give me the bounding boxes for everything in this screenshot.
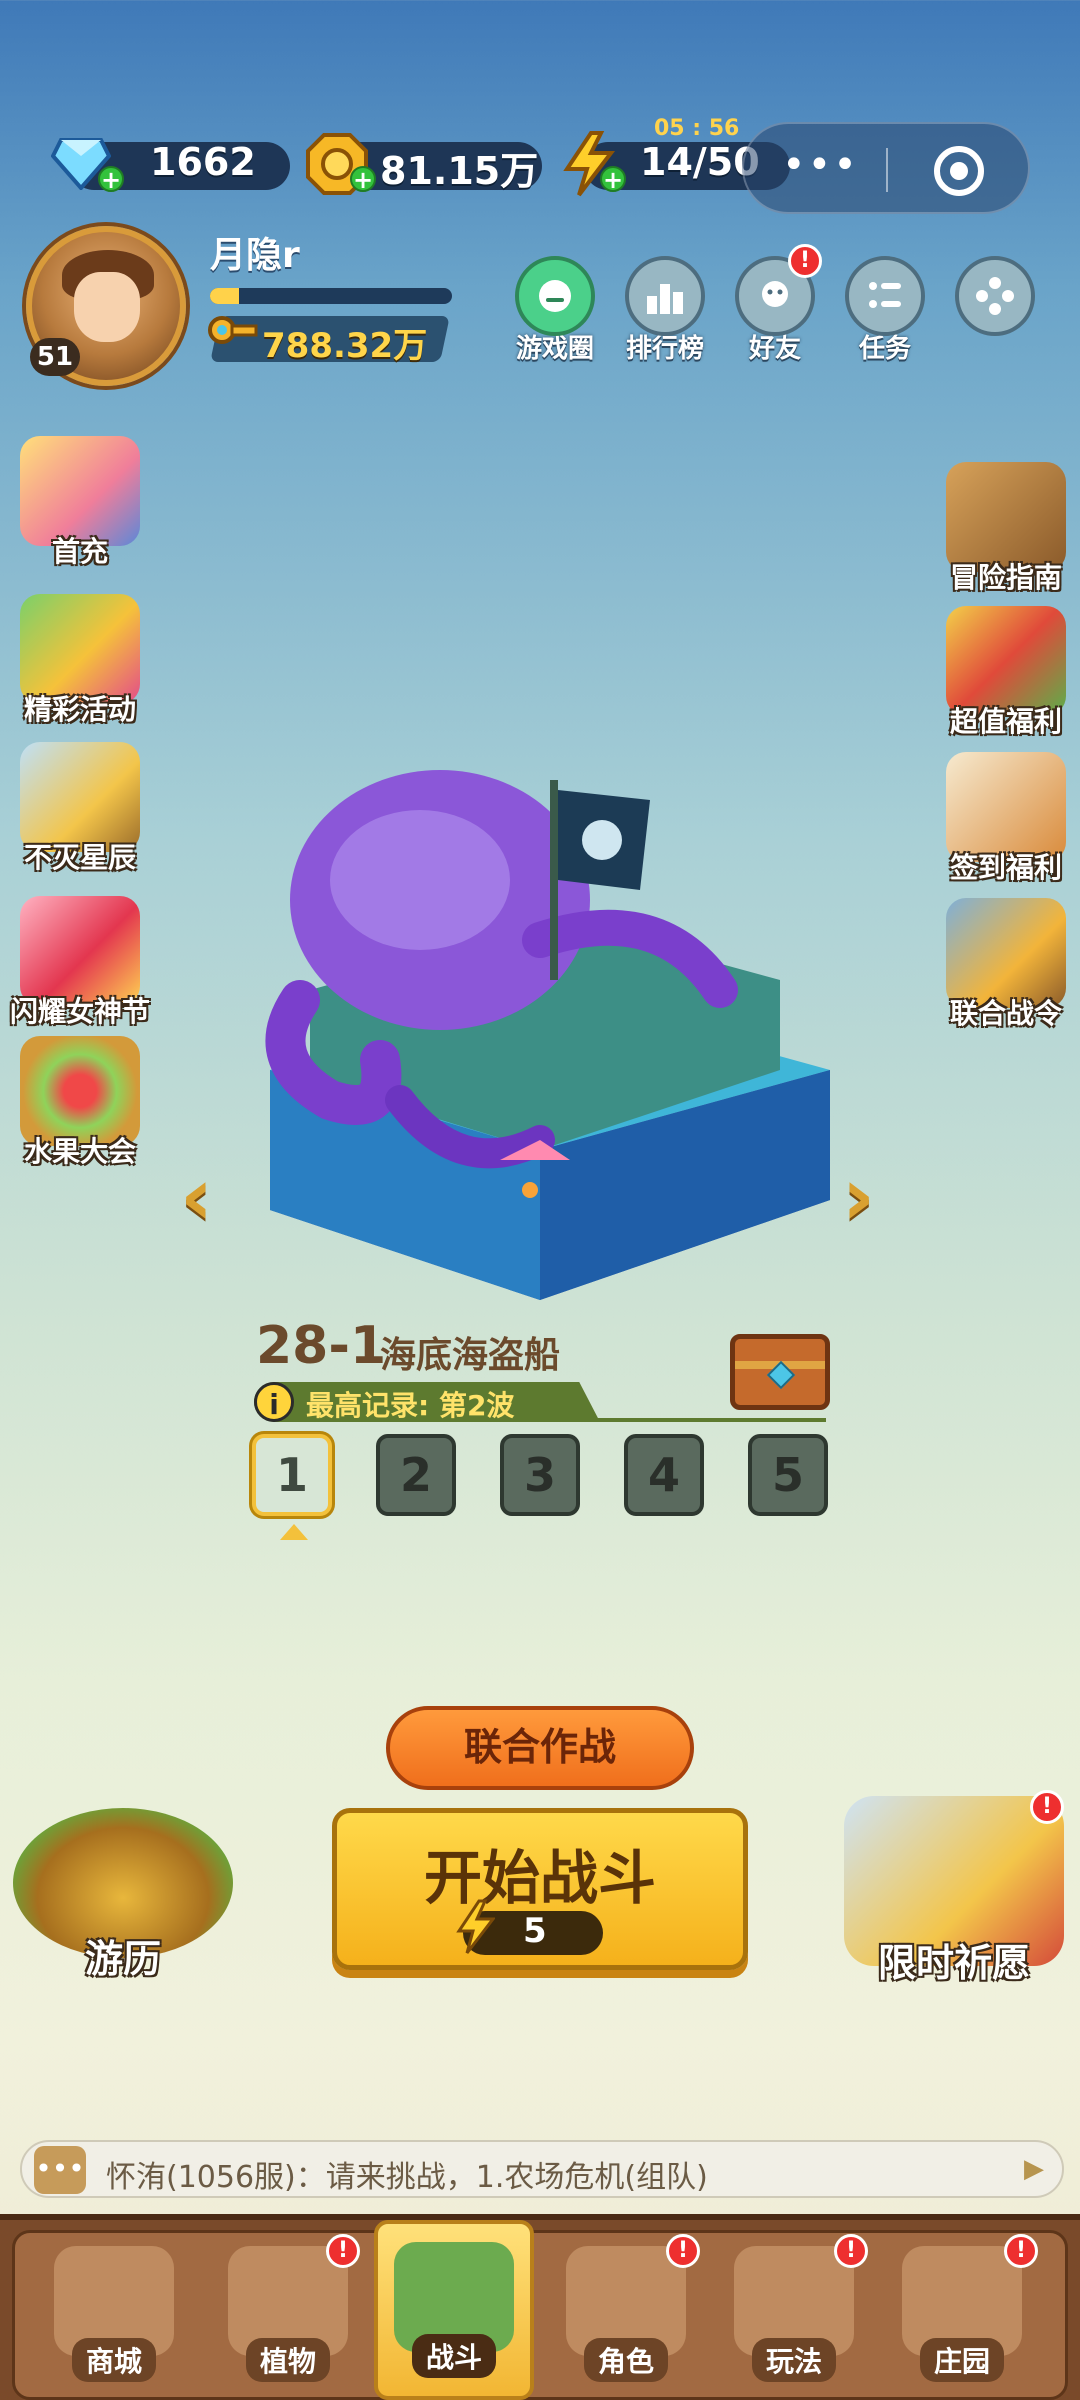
coop-battle-button[interactable]: 联合作战 <box>386 1706 694 1790</box>
xp-fill <box>210 288 240 304</box>
first-recharge-button[interactable]: 首充 <box>0 436 160 570</box>
travel-button[interactable]: 游历 <box>8 1808 238 1983</box>
gems-value: 1662 <box>150 140 256 184</box>
nav-manor-badge: ! <box>1004 2234 1038 2268</box>
lightning-icon <box>455 1899 497 1968</box>
checkin-welfare-label: 签到福利 <box>949 851 1062 884</box>
nav-manor[interactable]: ! 庄园 <box>882 2228 1042 2398</box>
adventure-guide-button[interactable]: 冒险指南 <box>926 462 1080 596</box>
world-chat-bar[interactable]: ••• 怀洧(1056服)：请来挑战，1.农场危机(组队) ▶ <box>20 2140 1064 2198</box>
nav-characters-label: 角色 <box>583 2338 668 2382</box>
events-button[interactable]: 精彩活动 <box>0 594 160 728</box>
friends-badge: ! <box>788 244 822 278</box>
leaderboard-button[interactable]: 排行榜 <box>624 256 706 365</box>
avatar-face <box>74 272 140 342</box>
value-welfare-button[interactable]: 超值福利 <box>926 606 1080 740</box>
chat-expand-icon[interactable]: ▶ <box>1024 2154 1044 2184</box>
chat-icon: ••• <box>34 2146 86 2194</box>
fruit-festival-label: 水果大会 <box>23 1135 136 1168</box>
nav-characters-badge: ! <box>666 2234 700 2268</box>
value-welfare-label: 超值福利 <box>949 705 1062 738</box>
nav-plants[interactable]: ! 植物 <box>208 2228 368 2398</box>
first-recharge-label: 首充 <box>51 535 108 568</box>
next-stage-button[interactable]: › <box>842 1150 875 1243</box>
goddess-festival-button[interactable]: 闪耀女神节 <box>0 896 160 1030</box>
player-name: 月隐r <box>210 235 300 276</box>
start-battle-cost: 5 <box>523 1911 547 1951</box>
start-battle-label: 开始战斗 <box>423 1844 656 1912</box>
capsule-divider <box>886 148 888 192</box>
key-icon <box>206 308 258 364</box>
record-underline <box>540 1418 826 1422</box>
nav-gameplay-badge: ! <box>834 2234 868 2268</box>
nav-gameplay[interactable]: ! 玩法 <box>714 2228 874 2398</box>
fruit-festival-button[interactable]: 水果大会 <box>0 1036 160 1170</box>
miniprogram-capsule: ••• <box>742 122 1030 214</box>
wave-button-3[interactable]: 3 <box>500 1434 580 1516</box>
wave-button-1[interactable]: 1 <box>252 1434 332 1516</box>
chest-gem <box>766 1360 796 1390</box>
nav-characters[interactable]: ! 角色 <box>546 2228 706 2398</box>
friends-button[interactable]: ! 好友 <box>734 244 822 365</box>
info-icon: i <box>254 1382 294 1422</box>
stage-number: 28-1 <box>256 1316 387 1376</box>
selected-wave-pointer <box>280 1524 308 1540</box>
nav-battle[interactable]: 战斗 <box>374 2220 534 2400</box>
prev-stage-button[interactable]: ‹ <box>180 1150 213 1243</box>
add-energy-button[interactable]: + <box>600 166 626 192</box>
events-label: 精彩活动 <box>23 693 136 726</box>
alliance-pass-button[interactable]: 联合战令 <box>926 898 1080 1032</box>
reward-chest-icon[interactable] <box>730 1334 830 1410</box>
game-circle-button[interactable]: 游戏圈 <box>514 256 596 365</box>
nav-manor-label: 庄园 <box>919 2338 1004 2382</box>
nav-shop[interactable]: 商城 <box>34 2228 194 2398</box>
chat-bubble-icon <box>515 256 595 336</box>
wave-button-2[interactable]: 2 <box>376 1434 456 1516</box>
nav-battle-label: 战斗 <box>411 2334 496 2378</box>
tasks-button[interactable]: 任务 <box>844 256 926 365</box>
nav-gameplay-label: 玩法 <box>751 2338 836 2382</box>
limited-wish-label: 限时祈愿 <box>877 1941 1030 1985</box>
immortal-stars-button[interactable]: 不灭星辰 <box>0 742 160 876</box>
checkin-welfare-button[interactable]: 签到福利 <box>926 752 1080 886</box>
limited-wish-button[interactable]: ! 限时祈愿 <box>834 1790 1074 1987</box>
gold-value: 788.32万 <box>262 326 428 366</box>
goddess-festival-label: 闪耀女神节 <box>9 995 150 1028</box>
player-level: 51 <box>30 338 80 376</box>
best-record-text: 最高记录: 第2波 <box>306 1389 515 1422</box>
chat-message: 怀洧(1056服)：请来挑战，1.农场危机(组队) <box>106 2160 708 2195</box>
nav-plants-label: 植物 <box>245 2338 330 2382</box>
stage-name: 海底海盗船 <box>380 1335 561 1376</box>
nav-plants-badge: ! <box>326 2234 360 2268</box>
leaderboard-icon <box>625 256 705 336</box>
travel-label: 游历 <box>84 1937 161 1981</box>
more-menu-button[interactable]: ••• <box>782 142 859 188</box>
gamepad-button[interactable] <box>954 256 1036 336</box>
limited-wish-badge: ! <box>1030 1790 1064 1824</box>
tasks-icon <box>845 256 925 336</box>
wave-button-4[interactable]: 4 <box>624 1434 704 1516</box>
add-coins-button[interactable]: + <box>350 166 376 192</box>
add-gems-button[interactable]: + <box>98 166 124 192</box>
gamepad-icon <box>955 256 1035 336</box>
adventure-guide-label: 冒险指南 <box>949 561 1062 594</box>
stage-diorama-image <box>265 770 830 1300</box>
start-battle-button[interactable]: 开始战斗 5 <box>332 1808 748 1970</box>
xp-bar <box>210 288 452 304</box>
alliance-pass-label: 联合战令 <box>949 997 1062 1030</box>
close-miniprogram-button[interactable] <box>934 146 984 196</box>
wave-button-5[interactable]: 5 <box>748 1434 828 1516</box>
nav-shop-label: 商城 <box>71 2338 156 2382</box>
coins-value: 81.15万 <box>380 149 539 193</box>
energy-timer: 05 : 56 <box>654 116 740 141</box>
immortal-stars-label: 不灭星辰 <box>23 841 136 874</box>
